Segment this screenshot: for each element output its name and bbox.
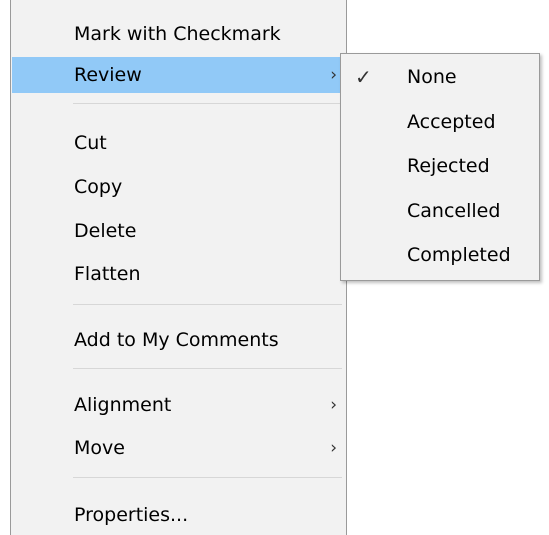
menu-separator bbox=[73, 368, 342, 369]
submenu-item-label: None bbox=[407, 66, 457, 88]
menu-separator bbox=[73, 103, 342, 104]
menu-item-label: Add to My Comments bbox=[74, 329, 279, 351]
checkmark-icon: ✓ bbox=[355, 65, 372, 89]
submenu-item-label: Completed bbox=[407, 244, 511, 266]
menu-item-copy[interactable]: Copy bbox=[12, 169, 345, 205]
chevron-right-icon: › bbox=[330, 395, 337, 415]
submenu-item-label: Cancelled bbox=[407, 200, 501, 222]
menu-item-review[interactable]: Review › bbox=[12, 57, 345, 93]
menu-separator bbox=[73, 477, 342, 478]
chevron-right-icon: › bbox=[330, 438, 337, 458]
review-submenu: ✓ None Accepted Rejected Cancelled Compl… bbox=[340, 53, 540, 281]
submenu-item-rejected[interactable]: Rejected bbox=[341, 146, 539, 186]
context-menu: Mark with Checkmark Review › Cut Copy De… bbox=[10, 0, 347, 535]
chevron-right-icon: › bbox=[330, 65, 337, 85]
submenu-item-label: Rejected bbox=[407, 155, 490, 177]
menu-item-label: Review bbox=[74, 64, 142, 86]
menu-item-label: Properties... bbox=[74, 504, 189, 526]
menu-item-label: Alignment bbox=[74, 394, 172, 416]
menu-item-label: Flatten bbox=[74, 263, 141, 285]
submenu-item-none[interactable]: ✓ None bbox=[341, 57, 539, 97]
menu-item-move[interactable]: Move › bbox=[12, 430, 345, 466]
menu-item-label: Copy bbox=[74, 176, 123, 198]
menu-item-label: Move bbox=[74, 437, 125, 459]
submenu-item-completed[interactable]: Completed bbox=[341, 235, 539, 275]
submenu-item-accepted[interactable]: Accepted bbox=[341, 102, 539, 142]
submenu-item-cancelled[interactable]: Cancelled bbox=[341, 191, 539, 231]
menu-separator bbox=[73, 304, 342, 305]
menu-item-delete[interactable]: Delete bbox=[12, 213, 345, 249]
menu-item-cut[interactable]: Cut bbox=[12, 125, 345, 161]
menu-item-label: Cut bbox=[74, 132, 107, 154]
submenu-item-label: Accepted bbox=[407, 111, 496, 133]
menu-item-mark-with-checkmark[interactable]: Mark with Checkmark bbox=[12, 16, 345, 52]
menu-item-label: Mark with Checkmark bbox=[74, 23, 281, 45]
menu-item-properties[interactable]: Properties... bbox=[12, 497, 345, 533]
menu-item-label: Delete bbox=[74, 220, 137, 242]
menu-item-flatten[interactable]: Flatten bbox=[12, 256, 345, 292]
menu-item-add-to-my-comments[interactable]: Add to My Comments bbox=[12, 322, 345, 358]
menu-item-alignment[interactable]: Alignment › bbox=[12, 387, 345, 423]
